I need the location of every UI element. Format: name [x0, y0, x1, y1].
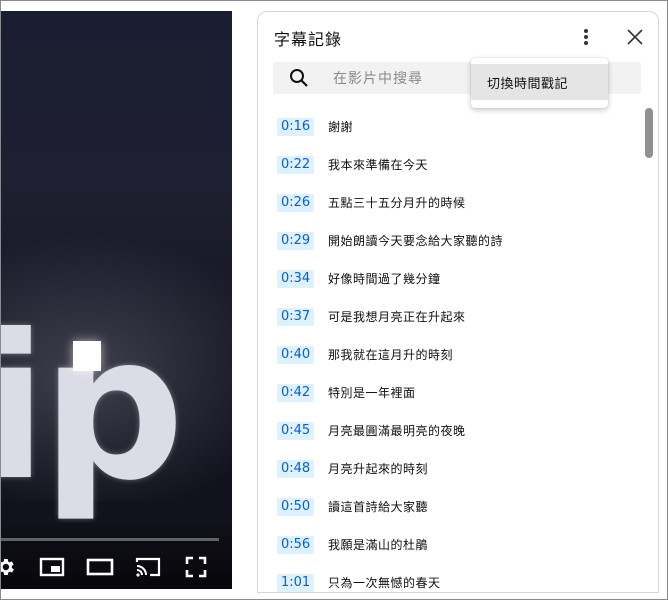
segment-text: 特別是一年裡面	[328, 386, 416, 400]
scrollbar-thumb[interactable]	[645, 108, 653, 158]
video-player[interactable]: ip	[1, 11, 232, 589]
video-frame-dot	[73, 341, 101, 371]
transcript-segment[interactable]: 0:37 可是我想月亮正在升起來	[258, 298, 638, 336]
transcript-segment[interactable]: 0:26 五點三十五分月升的時候	[258, 184, 638, 222]
segment-text: 謝謝	[328, 120, 354, 134]
transcript-segment[interactable]: 0:40 那我就在這月升的時刻	[258, 336, 638, 374]
transcript-segment[interactable]: 0:34 好像時間過了幾分鐘	[258, 260, 638, 298]
segment-timestamp: 0:40	[277, 346, 315, 364]
fullscreen-icon[interactable]	[181, 551, 211, 583]
segment-text: 讀這首詩給大家聽	[328, 500, 429, 514]
segment-timestamp: 0:16	[277, 118, 315, 136]
segment-text: 月亮最圓滿最明亮的夜晚	[328, 424, 466, 438]
toggle-timestamps-menu-item[interactable]: 切換時間戳記	[471, 64, 608, 100]
transcript-segment[interactable]: 0:56 我願是滿山的杜鵑	[258, 526, 638, 564]
segment-text: 我願是滿山的杜鵑	[328, 538, 429, 552]
settings-icon[interactable]	[1, 551, 17, 583]
transcript-segment[interactable]: 0:22 我本來準備在今天	[258, 146, 638, 184]
close-button[interactable]	[622, 24, 648, 50]
transcript-segment[interactable]: 1:01 只為一次無憾的春天	[258, 564, 638, 592]
segment-text: 好像時間過了幾分鐘	[328, 272, 441, 286]
segment-timestamp: 0:45	[277, 422, 315, 440]
segment-timestamp: 0:37	[277, 308, 315, 326]
segment-text: 五點三十五分月升的時候	[328, 196, 466, 210]
search-input[interactable]: 在影片中搜尋	[333, 68, 423, 88]
more-vert-icon	[584, 29, 588, 45]
segment-text: 開始朗讀今天要念給大家聽的詩	[328, 234, 504, 248]
transcript-segment[interactable]: 0:16 謝謝	[258, 108, 638, 146]
player-controls	[1, 551, 232, 583]
segment-timestamp: 0:22	[277, 156, 315, 174]
segment-text: 那我就在這月升的時刻	[328, 348, 454, 362]
segment-timestamp: 0:26	[277, 194, 315, 212]
search-icon	[290, 69, 308, 87]
theater-mode-icon[interactable]	[85, 551, 115, 583]
segment-text: 我本來準備在今天	[328, 158, 429, 172]
transcript-segment[interactable]: 0:50 讀這首詩給大家聽	[258, 488, 638, 526]
segment-timestamp: 1:01	[277, 574, 315, 592]
segment-text: 可是我想月亮正在升起來	[328, 310, 466, 324]
video-frame-letters: ip	[1, 292, 185, 525]
segment-timestamp: 0:29	[277, 232, 315, 250]
progress-bar[interactable]	[1, 538, 219, 541]
segment-timestamp: 0:50	[277, 498, 315, 516]
options-menu: 切換時間戳記	[471, 58, 608, 108]
transcript-segment[interactable]: 0:42 特別是一年裡面	[258, 374, 638, 412]
miniplayer-icon[interactable]	[37, 551, 67, 583]
segment-timestamp: 0:56	[277, 536, 315, 554]
transcript-segment[interactable]: 0:29 開始朗讀今天要念給大家聽的詩	[258, 222, 638, 260]
transcript-segment[interactable]: 0:45 月亮最圓滿最明亮的夜晚	[258, 412, 638, 450]
transcript-segment[interactable]: 0:48 月亮升起來的時刻	[258, 450, 638, 488]
segment-timestamp: 0:42	[277, 384, 315, 402]
close-icon	[627, 29, 643, 45]
transcript-panel: 字幕記錄 在影片中搜尋 切換時間戳記 0:16 謝謝 0:22 我本來準備在今天…	[257, 11, 659, 593]
segment-timestamp: 0:34	[277, 270, 315, 288]
cast-icon[interactable]	[133, 551, 163, 583]
segment-timestamp: 0:48	[277, 460, 315, 478]
segment-text: 月亮升起來的時刻	[328, 462, 429, 476]
segment-text: 只為一次無憾的春天	[328, 576, 441, 590]
more-options-button[interactable]	[574, 24, 598, 50]
panel-title: 字幕記錄	[274, 30, 343, 49]
